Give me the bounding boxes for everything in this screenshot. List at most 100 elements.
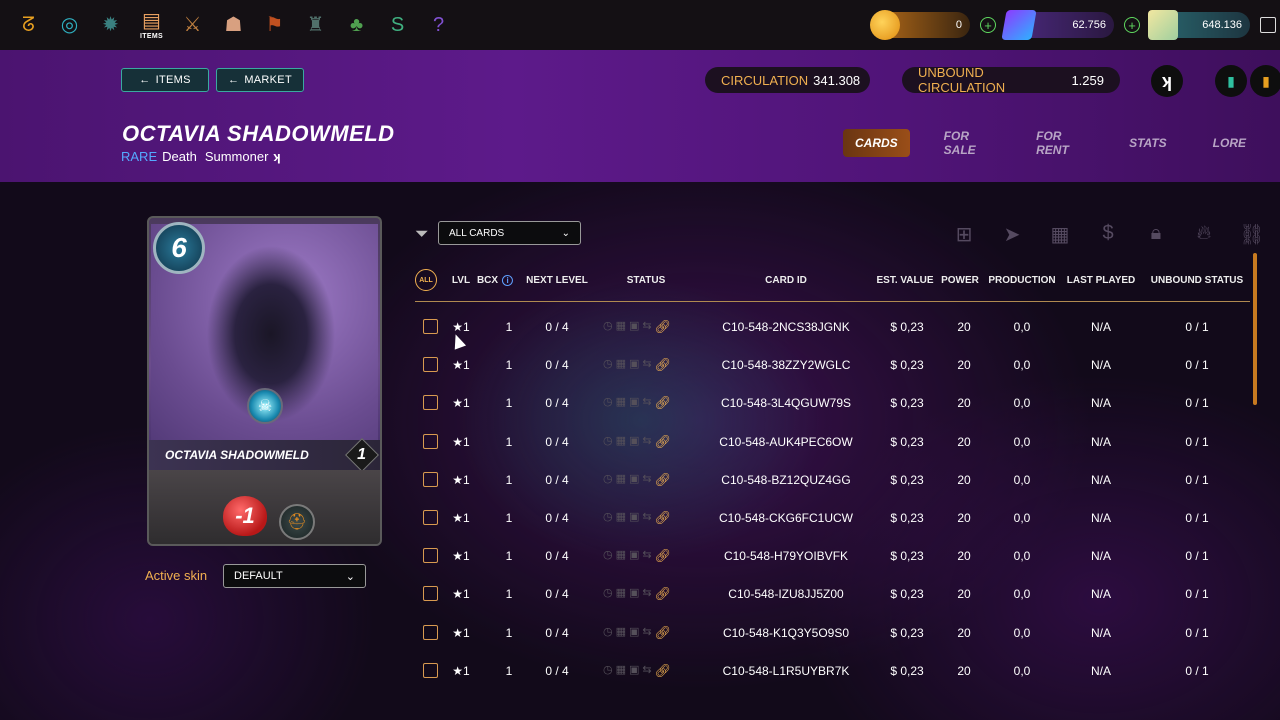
cell-card-id[interactable]: C10-548-K1Q3Y5O9S0: [723, 626, 849, 640]
tab-lore[interactable]: LORE: [1201, 129, 1258, 157]
card-deck-icon[interactable]: ▮: [1250, 65, 1280, 97]
nav-gear[interactable]: ✹: [90, 0, 131, 50]
cell-power: 20: [957, 472, 971, 487]
cell-level: ★1: [452, 510, 470, 525]
active-skin-select[interactable]: DEFAULT ⌄: [223, 564, 366, 588]
row-checkbox[interactable]: [423, 662, 438, 678]
header-last-played: LAST PLAYED: [1066, 275, 1136, 286]
header-unbound-status: UNBOUND STATUS: [1150, 275, 1244, 286]
row-checkbox[interactable]: [423, 433, 438, 449]
card-image: 6 ☠ OCTAVIA SHADOWMELD 1 -1 ⛑: [147, 216, 382, 546]
link-icon[interactable]: 🔗︎: [655, 586, 672, 602]
market-icon: ▦: [615, 510, 627, 523]
voucher-balance[interactable]: 648.136: [1148, 10, 1250, 40]
unbind-icon[interactable]: ⛓: [1228, 222, 1276, 247]
add-sps-icon[interactable]: +: [1124, 17, 1140, 33]
status-icons: ◷ ▦ ▣ ⇆ 🔗︎: [603, 586, 671, 602]
cell-card-id[interactable]: C10-548-IZU8JJ5Z00: [728, 587, 843, 601]
link-icon[interactable]: 🔗︎: [655, 357, 672, 373]
row-checkbox[interactable]: [423, 509, 438, 525]
row-checkbox[interactable]: [423, 548, 438, 564]
table-scrollbar[interactable]: [1253, 253, 1257, 405]
link-icon[interactable]: 🔗︎: [655, 395, 672, 411]
tab-stats[interactable]: STATS: [1117, 129, 1179, 157]
link-icon[interactable]: 🔗︎: [655, 319, 672, 335]
cell-card-id[interactable]: C10-548-L1R5UYBR7K: [723, 664, 850, 678]
burn-icon[interactable]: 🔥︎: [1180, 222, 1228, 247]
clock-icon: ◷: [603, 396, 613, 409]
cell-card-id[interactable]: C10-548-CKG6FC1UCW: [719, 511, 853, 525]
nav-serpent[interactable]: S: [377, 0, 418, 50]
cell-est-value: $ 0,23: [890, 625, 924, 640]
nav-swirl[interactable]: ◎: [49, 0, 90, 50]
link-icon[interactable]: 🔗︎: [655, 625, 672, 641]
select-all-button[interactable]: ALL: [415, 269, 437, 291]
tab-for-sale[interactable]: FOR SALE: [932, 129, 1002, 157]
cell-card-id[interactable]: C10-548-BZ12QUZ4GG: [721, 473, 850, 487]
cell-card-id[interactable]: C10-548-2NCS38JGNK: [722, 320, 849, 334]
cell-card-id[interactable]: C10-548-3L4QGUW79S: [721, 396, 851, 410]
table-row[interactable]: ★1 1 0 / 4 C10-548-AUK4PEC6OW $ 0,23 20 0,0 N/A…: [415, 423, 1250, 461]
hive-logo-icon[interactable]: ʞ: [1151, 65, 1183, 97]
header-status: STATUS: [626, 275, 666, 286]
card-book-icon[interactable]: ▮: [1215, 65, 1247, 97]
sps-balance[interactable]: 62.756: [1001, 10, 1114, 40]
back-to-items-button[interactable]: ← ITEMS: [121, 68, 209, 92]
cell-power: 20: [957, 625, 971, 640]
cell-power: 20: [957, 587, 971, 602]
nav-tree[interactable]: ♣: [336, 0, 377, 50]
table-row[interactable]: ★1 1 0 / 4 C10-548-L1R5UYBR7K $ 0,23 20 0,0 N/A…: [415, 652, 1250, 690]
external-window-icon[interactable]: [1260, 17, 1276, 33]
table-row[interactable]: ★1 1 0 / 4 C10-548-CKG6FC1UCW $ 0,23 20 0,0 N/A…: [415, 499, 1250, 537]
market-icon[interactable]: ▦: [1036, 222, 1084, 247]
table-row[interactable]: ★1 1 0 / 4 C10-548-H79YOIBVFK $ 0,23 20 0,0 N/A…: [415, 537, 1250, 575]
link-icon[interactable]: 🔗︎: [655, 663, 672, 679]
back-to-market-button[interactable]: ← MARKET: [216, 68, 304, 92]
tab-cards[interactable]: CARDS: [843, 129, 910, 157]
transfer-icon[interactable]: ➤: [988, 222, 1036, 247]
table-row[interactable]: ★1 1 0 / 4 C10-548-3L4QGUW79S $ 0,23 20 0,0 N/A…: [415, 384, 1250, 422]
cell-level: ★1: [452, 663, 470, 678]
nav-sword[interactable]: ⚔: [172, 0, 213, 50]
row-checkbox[interactable]: [423, 395, 438, 411]
cell-est-value: $ 0,23: [890, 663, 924, 678]
row-checkbox[interactable]: [423, 624, 438, 640]
nav-logo[interactable]: ᘔ: [8, 0, 49, 50]
cell-card-id[interactable]: C10-548-38ZZY2WGLC: [722, 358, 851, 372]
tab-for-rent[interactable]: FOR RENT: [1024, 129, 1095, 157]
row-checkbox[interactable]: [423, 586, 438, 602]
info-icon[interactable]: i: [502, 275, 514, 286]
row-checkbox[interactable]: [423, 319, 438, 334]
nav-castle[interactable]: ♜: [295, 0, 336, 50]
rent-icon[interactable]: $: [1084, 222, 1132, 247]
top-navigation-bar: ᘔ ◎ ✹ ▤ ITEMS ⚔ ☗ ⚑ ♜ ♣ S? 0 + 62.756 + 648.136: [0, 0, 1280, 50]
add-dec-icon[interactable]: +: [980, 17, 996, 33]
status-icons: ◷ ▦ ▣ ⇆ 🔗︎: [603, 548, 671, 564]
cell-next-level: 0 / 4: [545, 663, 569, 678]
link-icon[interactable]: 🔗︎: [655, 434, 672, 450]
row-checkbox[interactable]: [423, 471, 438, 487]
table-row[interactable]: ★1 1 0 / 4 C10-548-2NCS38JGNK $ 0,23 20 0,0 N/A…: [415, 308, 1250, 346]
cell-card-id[interactable]: C10-548-H79YOIBVFK: [724, 549, 848, 563]
card-filter-select[interactable]: ALL CARDS ⌄: [438, 221, 581, 245]
nav-items[interactable]: ▤ ITEMS: [131, 0, 172, 50]
row-checkbox[interactable]: [423, 357, 438, 373]
nav-banner[interactable]: ⚑: [254, 0, 295, 50]
table-row[interactable]: ★1 1 0 / 4 C10-548-BZ12QUZ4GG $ 0,23 20 0,0 N/A…: [415, 461, 1250, 499]
table-row[interactable]: ★1 1 0 / 4 C10-548-38ZZY2WGLC $ 0,23 20 0,0 N/A…: [415, 346, 1250, 384]
link-icon[interactable]: 🔗︎: [655, 472, 672, 488]
link-icon[interactable]: 🔗︎: [655, 548, 672, 564]
nav-question[interactable]: ?: [418, 0, 459, 50]
market-icon: ▦: [615, 549, 627, 562]
dec-balance[interactable]: 0: [870, 10, 970, 40]
cell-card-id[interactable]: C10-548-AUK4PEC6OW: [719, 435, 852, 449]
nav-chest[interactable]: ☗: [213, 0, 254, 50]
table-row[interactable]: ★1 1 0 / 4 C10-548-K1Q3Y5O9S0 $ 0,23 20 0,0 N/A…: [415, 614, 1250, 652]
lock-icon[interactable]: 🔒︎: [1132, 222, 1180, 247]
link-icon[interactable]: 🔗︎: [655, 510, 672, 526]
cell-power: 20: [957, 510, 971, 525]
clock-icon: ◷: [603, 549, 613, 562]
filter-icon[interactable]: ⏷: [415, 224, 429, 244]
table-row[interactable]: ★1 1 0 / 4 C10-548-IZU8JJ5Z00 $ 0,23 20 0,0 N/A…: [415, 575, 1250, 613]
combine-icon[interactable]: ⊞: [940, 222, 988, 247]
